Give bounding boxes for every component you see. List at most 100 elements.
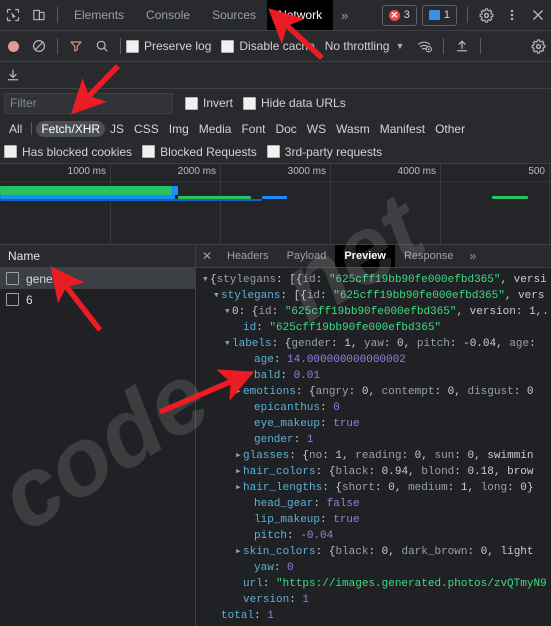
json-line[interactable]: ▾stylegans: [{id: "625cff19bb90fe000efbd… xyxy=(196,288,551,304)
json-line[interactable]: gender: 1 xyxy=(196,432,551,448)
type-filter-js[interactable]: JS xyxy=(105,121,129,137)
throttling-select[interactable]: No throttling xyxy=(325,39,390,53)
json-line[interactable]: url: "https://images.generated.photos/zv… xyxy=(196,576,551,592)
third-party-requests-checkbox[interactable]: 3rd-party requests xyxy=(266,145,382,159)
expand-triangle-down-icon[interactable]: ▾ xyxy=(224,304,232,320)
preserve-log-checkbox[interactable]: Preserve log xyxy=(126,39,211,53)
json-token: : 1, xyxy=(447,482,481,494)
more-options-icon[interactable] xyxy=(499,2,525,28)
gear-icon[interactable] xyxy=(473,2,499,28)
error-count-badge[interactable]: ✕ 3 xyxy=(381,4,417,26)
network-conditions-icon[interactable] xyxy=(412,33,438,59)
json-line[interactable]: epicanthus: 0 xyxy=(196,400,551,416)
detail-tab-preview[interactable]: Preview xyxy=(335,245,395,267)
more-tabs-icon[interactable]: » xyxy=(333,8,356,23)
expand-triangle-down-icon[interactable]: ▾ xyxy=(202,272,210,288)
inspect-element-icon[interactable] xyxy=(0,2,26,28)
type-filter-fetch-xhr[interactable]: Fetch/XHR xyxy=(36,120,106,137)
json-line[interactable]: lip_makeup: true xyxy=(196,512,551,528)
timeline-gridline xyxy=(330,164,331,244)
type-filter-ws[interactable]: WS xyxy=(302,121,331,137)
chevron-down-icon[interactable]: ▼ xyxy=(391,41,412,51)
json-line[interactable]: yaw: 0 xyxy=(196,560,551,576)
json-preview-tree[interactable]: ▾{stylegans: [{id: "625cff19bb90fe000efb… xyxy=(196,268,551,626)
blocked-requests-checkbox[interactable]: Blocked Requests xyxy=(142,145,257,159)
type-filter-wasm[interactable]: Wasm xyxy=(331,121,375,137)
expand-triangle-right-icon[interactable]: ▸ xyxy=(235,384,243,400)
hide-data-urls-checkbox[interactable]: Hide data URLs xyxy=(243,96,346,110)
json-token: : 1, xyxy=(331,338,365,350)
json-line[interactable]: eye_makeup: true xyxy=(196,416,551,432)
filter-icon[interactable] xyxy=(63,33,89,59)
type-filter-media[interactable]: Media xyxy=(194,121,237,137)
json-line[interactable]: ▸emotions: {angry: 0, contempt: 0, disgu… xyxy=(196,384,551,400)
json-line[interactable]: ▸hair_colors: {black: 0.94, blond: 0.18,… xyxy=(196,464,551,480)
column-header-name: Name xyxy=(8,249,41,263)
json-line[interactable]: ▸hair_lengths: {short: 0, medium: 1, lon… xyxy=(196,480,551,496)
close-icon[interactable] xyxy=(525,2,551,28)
detail-tab-headers[interactable]: Headers xyxy=(218,245,278,267)
json-line-indent xyxy=(246,432,254,448)
json-token: , vers xyxy=(504,290,545,302)
more-detail-tabs-icon[interactable]: » xyxy=(462,249,483,263)
controls-divider-3 xyxy=(443,38,445,54)
request-row[interactable]: generate xyxy=(0,268,195,289)
json-line[interactable]: head_gear: false xyxy=(196,496,551,512)
timeline-ruler: 1000 ms 2000 ms 3000 ms 4000 ms 500 xyxy=(0,164,551,244)
type-filter-all[interactable]: All xyxy=(4,121,27,137)
detail-tab-payload[interactable]: Payload xyxy=(278,245,336,267)
json-line[interactable]: bald: 0.01 xyxy=(196,368,551,384)
type-filter-manifest[interactable]: Manifest xyxy=(375,121,430,137)
record-button[interactable] xyxy=(0,33,26,59)
close-detail-icon[interactable]: ✕ xyxy=(196,245,218,267)
tab-elements[interactable]: Elements xyxy=(63,0,135,30)
json-line[interactable]: id: "625cff19bb90fe000efbd365" xyxy=(196,320,551,336)
tab-network[interactable]: Network xyxy=(267,0,334,30)
json-line[interactable]: ▸glasses: {no: 1, reading: 0, sun: 0, sw… xyxy=(196,448,551,464)
network-settings-gear-icon[interactable] xyxy=(525,33,551,59)
json-line[interactable]: total: 1 xyxy=(196,608,551,624)
json-line[interactable]: ▾0: {id: "625cff19bb90fe000efbd365", ver… xyxy=(196,304,551,320)
has-blocked-cookies-checkbox[interactable]: Has blocked cookies xyxy=(4,145,132,159)
type-filter-font[interactable]: Font xyxy=(236,121,270,137)
disable-cache-checkbox[interactable]: Disable cache xyxy=(221,39,315,53)
type-filter-css[interactable]: CSS xyxy=(129,121,164,137)
import-har-icon[interactable] xyxy=(449,33,475,59)
json-token: head_gear xyxy=(254,498,314,510)
message-count-badge[interactable]: 1 xyxy=(421,4,457,26)
type-filter-img[interactable]: Img xyxy=(164,121,194,137)
request-list-header[interactable]: Name xyxy=(0,245,195,268)
json-line-indent xyxy=(213,608,221,624)
json-line[interactable]: ▸skin_colors: {black: 0, dark_brown: 0, … xyxy=(196,544,551,560)
expand-triangle-right-icon[interactable]: ▸ xyxy=(235,448,243,464)
request-name: generate xyxy=(26,271,74,286)
filter-input[interactable] xyxy=(4,92,173,114)
expand-triangle-right-icon[interactable]: ▸ xyxy=(235,464,243,480)
json-line[interactable]: version: 1 xyxy=(196,592,551,608)
request-row[interactable]: 6 xyxy=(0,289,195,310)
tab-console[interactable]: Console xyxy=(135,0,201,30)
expand-triangle-right-icon[interactable]: ▸ xyxy=(235,480,243,496)
devtools-window: Elements Console Sources Network » ✕ 3 1 xyxy=(0,0,551,626)
expand-triangle-down-icon[interactable]: ▾ xyxy=(213,288,221,304)
json-line[interactable]: age: 14.000000000000002 xyxy=(196,352,551,368)
json-line-indent xyxy=(246,352,254,368)
detail-tab-response[interactable]: Response xyxy=(395,245,463,267)
device-toolbar-icon[interactable] xyxy=(26,2,52,28)
type-filter-other[interactable]: Other xyxy=(430,121,470,137)
search-icon[interactable] xyxy=(89,33,115,59)
network-overview-timeline[interactable]: 1000 ms 2000 ms 3000 ms 4000 ms 500 xyxy=(0,164,551,245)
json-token: blond xyxy=(421,466,455,478)
expand-triangle-right-icon[interactable]: ▸ xyxy=(235,544,243,560)
clear-button[interactable] xyxy=(26,33,52,59)
tab-sources[interactable]: Sources xyxy=(201,0,267,30)
expand-triangle-down-icon[interactable]: ▾ xyxy=(224,336,232,352)
message-count-label: 1 xyxy=(443,9,450,21)
invert-checkbox[interactable]: Invert xyxy=(185,96,233,110)
json-line[interactable]: ▾{stylegans: [{id: "625cff19bb90fe000efb… xyxy=(196,272,551,288)
export-har-icon[interactable] xyxy=(0,62,26,88)
blocked-requests-label: Blocked Requests xyxy=(160,144,257,159)
type-filter-doc[interactable]: Doc xyxy=(270,121,301,137)
json-line[interactable]: pitch: -0.04 xyxy=(196,528,551,544)
json-line[interactable]: ▾labels: {gender: 1, yaw: 0, pitch: -0.0… xyxy=(196,336,551,352)
